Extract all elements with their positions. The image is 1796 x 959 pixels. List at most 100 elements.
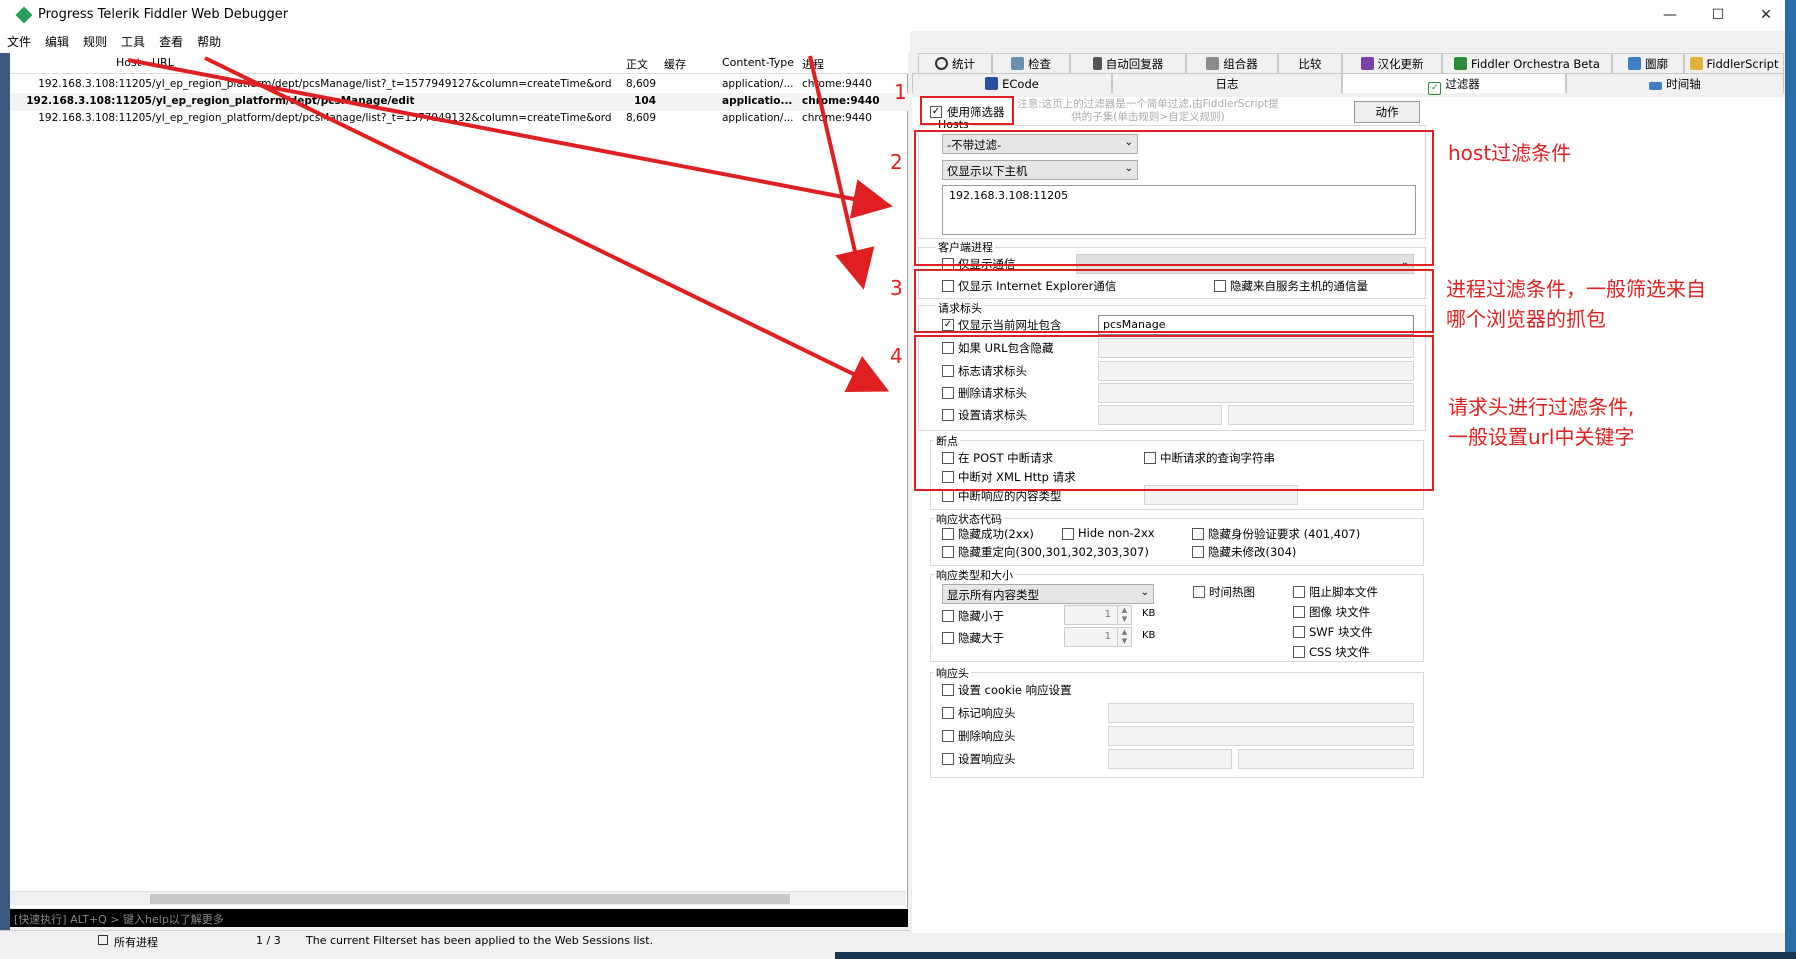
block-css-label: CSS 块文件 [1309,645,1370,659]
annotation-request: 请求头进行过滤条件, 一般设置url中关键字 [1448,395,1635,449]
tab-log[interactable]: 日志 [1112,73,1342,93]
annotation-process: 进程过滤条件，一般筛选来自 哪个浏览器的抓包 [1446,277,1706,331]
tab-ecode[interactable]: ECode [912,73,1112,93]
larger-size-input[interactable]: 1 ▲ ▼ [1064,627,1132,647]
col-content-type[interactable]: Content-Type [722,56,794,69]
tab-composer[interactable]: 组合器 [1186,53,1278,73]
kb-unit: KB [1142,608,1156,619]
row-url: /yl_ep_region_platform/dept/pcsManage/li… [152,78,612,90]
annotation-number-1: 1 [894,80,907,104]
spin-updown-icon[interactable]: ▲ ▼ [1117,606,1131,624]
row-url: /yl_ep_region_platform/dept/pcsManage/li… [152,112,612,124]
delete-response-input[interactable] [1108,726,1414,746]
menu-bar: 文件 编辑 规则 工具 查看 帮助 [0,31,910,53]
menu-edit[interactable]: 编辑 [38,31,76,53]
block-script-label: 阻止脚本文件 [1309,585,1378,599]
tab-autoresponder[interactable]: 自动回复器 [1070,53,1186,73]
menu-file[interactable]: 文件 [0,31,38,53]
web-sessions-list[interactable]: Host URL 正文 缓存 Content-Type 进程 192.168.3… [10,53,908,908]
col-caching[interactable]: 缓存 [664,56,686,72]
scrollbar-thumb[interactable] [150,894,790,904]
actions-button[interactable]: 动作 [1354,101,1420,123]
col-body[interactable]: 正文 [626,56,648,72]
row-body: 8,609 [625,112,656,124]
fo-icon [1454,57,1468,70]
spin-updown-icon[interactable]: ▲ ▼ [1117,628,1131,646]
set-cookie-checkbox[interactable] [942,684,954,696]
hide-non2xx-checkbox[interactable] [1062,528,1074,540]
menu-view[interactable]: 查看 [152,31,190,53]
session-row[interactable]: 192.168.3.108:11205 /yl_ep_region_platfo… [10,93,908,111]
row-host: 192.168.3.108:11205 [38,78,152,90]
set-response-checkbox[interactable] [942,753,954,765]
session-row[interactable]: 192.168.3.108:11205 /yl_ep_region_platfo… [10,76,908,94]
ecode-icon [985,77,999,90]
menu-rules[interactable]: 规则 [76,31,114,53]
tab-statistics[interactable]: 统计 [918,53,992,73]
break-ctype-checkbox[interactable] [942,490,954,502]
tab-compare[interactable]: 比较 [1278,53,1342,73]
smaller-size-input[interactable]: 1 ▲ ▼ [1064,605,1132,625]
minimize-button[interactable]: — [1646,0,1694,31]
set-response-label: 设置响应头 [958,752,1016,766]
annotation-box-2 [914,130,1434,266]
window-title: Progress Telerik Fiddler Web Debugger [38,7,289,22]
set-response-value-input[interactable] [1238,749,1414,769]
status-message: The current Filterset has been applied t… [306,934,654,947]
hide-smaller-checkbox[interactable] [942,610,954,622]
tab-fiddlerscript[interactable]: FiddlerScript [1684,53,1784,73]
quickexec-input[interactable]: [快速执行] ALT+Q > 键入help以了解更多 [10,909,908,927]
time-heatmap-label: 时间热图 [1209,585,1255,599]
menu-tools[interactable]: 工具 [114,31,152,53]
status-bar: 所有进程 1 / 3 The current Filterset has bee… [0,930,910,952]
tab-filters[interactable]: ✓ 过滤器 [1342,73,1566,95]
hide-larger-checkbox[interactable] [942,632,954,644]
row-process: chrome:9440 [802,78,872,90]
hide-redirect-label: 隐藏重定向(300,301,302,303,307) [958,545,1149,559]
col-process[interactable]: 进程 [802,56,824,72]
hide-auth-checkbox[interactable] [1192,528,1204,540]
set-response-name-input[interactable] [1108,749,1232,769]
kb-unit: KB [1142,630,1156,641]
horizontal-scrollbar[interactable] [10,891,906,905]
tab-hanhua-update[interactable]: 汉化更新 [1342,53,1442,73]
block-css-checkbox[interactable] [1293,646,1305,658]
row-body: 8,609 [625,78,656,90]
annotation-box-3 [914,269,1434,333]
session-row[interactable]: 192.168.3.108:11205 /yl_ep_region_platfo… [10,110,908,128]
block-swf-checkbox[interactable] [1293,626,1305,638]
close-button[interactable]: ✕ [1742,0,1790,31]
status-code-title: 响应状态代码 [934,511,1004,527]
hide-2xx-checkbox[interactable] [942,528,954,540]
flag-response-checkbox[interactable] [942,707,954,719]
col-url[interactable]: URL [152,56,174,69]
flag-response-input[interactable] [1108,703,1414,723]
block-script-checkbox[interactable] [1293,586,1305,598]
row-process: chrome:9440 [802,95,880,107]
sessions-header: Host URL 正文 缓存 Content-Type 进程 [10,53,908,74]
hide-non2xx-label: Hide non-2xx [1078,526,1155,540]
content-type-select[interactable]: 显示所有内容类型 ⌄ [942,584,1154,604]
desktop-edge-right [1785,0,1796,959]
row-content-type: application/... [722,112,794,124]
tab-timeline[interactable]: 时间轴 [1566,73,1784,93]
desktop-edge [0,53,10,933]
hide-redirect-checkbox[interactable] [942,546,954,558]
status-process[interactable]: 所有进程 [114,934,158,950]
update-icon [1360,57,1374,70]
annotation-number-3: 3 [890,276,903,300]
block-swf-label: SWF 块文件 [1309,625,1373,639]
block-image-checkbox[interactable] [1293,606,1305,618]
tab-outline[interactable]: 圖廓 [1612,53,1684,73]
tab-inspectors[interactable]: 检查 [992,53,1070,73]
hide-not-modified-checkbox[interactable] [1192,546,1204,558]
tab-fiddler-orchestra[interactable]: Fiddler Orchestra Beta [1442,53,1612,73]
time-heatmap-checkbox[interactable] [1193,586,1205,598]
row-host: 192.168.3.108:11205 [26,95,152,107]
col-host[interactable]: Host [116,56,141,69]
maximize-button[interactable]: ☐ [1694,0,1742,31]
menu-help[interactable]: 帮助 [190,31,228,53]
delete-response-checkbox[interactable] [942,730,954,742]
hide-smaller-label: 隐藏小于 [958,609,1004,623]
type-size-title: 响应类型和大小 [934,567,1015,583]
